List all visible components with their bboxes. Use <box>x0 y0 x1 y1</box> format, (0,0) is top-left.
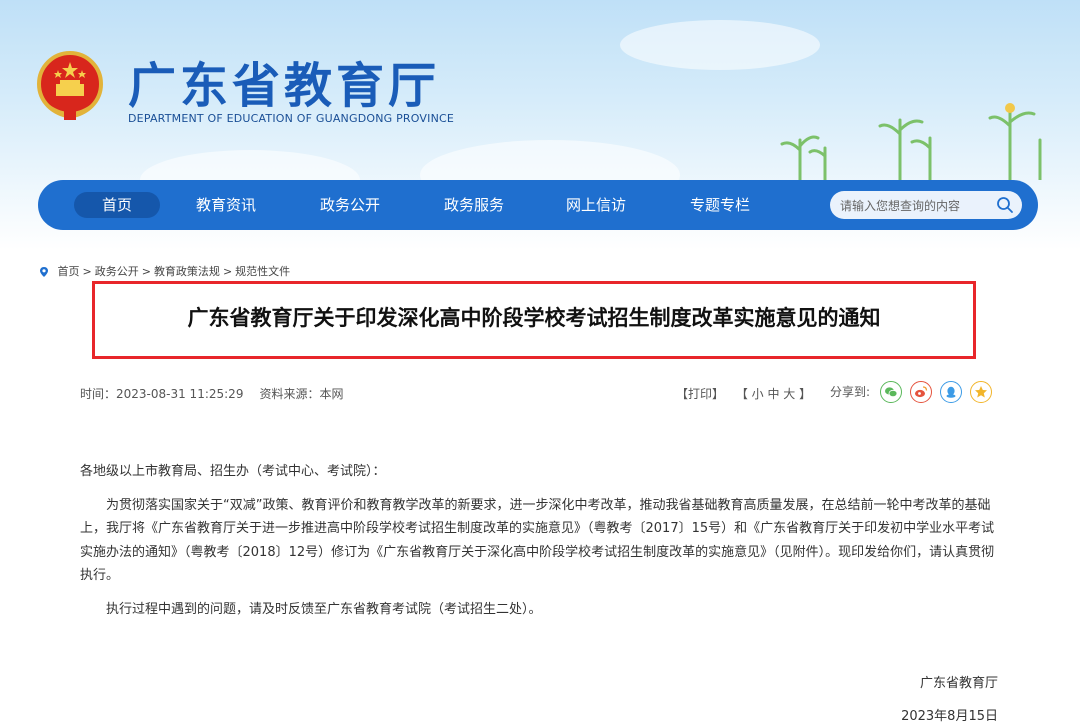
weibo-icon <box>915 386 928 398</box>
location-pin-icon <box>40 267 48 277</box>
search-icon[interactable] <box>996 196 1014 214</box>
main-navbar: 首页 教育资讯 政务公开 政务服务 网上信访 专题专栏 <box>38 180 1038 230</box>
nav-item-government-services[interactable]: 政务服务 <box>432 192 516 218</box>
national-emblem-icon <box>37 51 103 120</box>
nav-item-home[interactable]: 首页 <box>74 192 160 218</box>
breadcrumb-separator: > <box>82 265 92 278</box>
share-label: 分享到: <box>830 385 871 399</box>
qzone-share-button[interactable] <box>970 381 992 403</box>
signature: 广东省教育厅 <box>919 676 998 691</box>
article-meta: 时间：2023-08-31 11:25:29 资料来源：本网 <box>80 385 343 402</box>
qzone-icon <box>975 386 987 398</box>
publish-time: 时间：2023-08-31 11:25:29 <box>80 387 244 401</box>
site-header: 广东省教育厅 DEPARTMENT OF EDUCATION OF GUANGD… <box>0 0 1080 250</box>
breadcrumb-item-education-policy[interactable]: 教育政策法规 <box>154 265 220 278</box>
nav-item-online-petition[interactable]: 网上信访 <box>554 192 638 218</box>
breadcrumb-item-normative-documents[interactable]: 规范性文件 <box>235 265 290 278</box>
article-source: 资料来源：本网 <box>259 387 344 401</box>
plants-decoration-icon <box>780 103 1042 180</box>
signature-date: 2023年8月15日 <box>901 709 998 724</box>
title-highlight-box: 广东省教育厅关于印发深化高中阶段学校考试招生制度改革实施意见的通知 <box>92 281 976 359</box>
site-subtitle: DEPARTMENT OF EDUCATION OF GUANGDONG PRO… <box>128 112 455 125</box>
body-paragraph: 为贯彻落实国家关于“双减”政策、教育评价和教育教学改革的新要求，进一步深化中考改… <box>80 497 995 584</box>
salutation-paragraph: 各地级以上市教育局、招生办（考试中心、考试院）： <box>80 464 386 479</box>
body-paragraph: 执行过程中遇到的问题，请及时反馈至广东省教育考试院（考试招生二处）。 <box>106 601 542 617</box>
weibo-share-button[interactable] <box>910 381 932 403</box>
wechat-share-button[interactable] <box>880 381 902 403</box>
nav-item-education-news[interactable]: 教育资讯 <box>184 192 268 218</box>
search-box <box>830 191 1022 221</box>
breadcrumb-item-home[interactable]: 首页 <box>58 265 80 278</box>
font-size-switcher[interactable]: 【 小 中 大 】 <box>736 387 811 401</box>
breadcrumb: 首页 > 政务公开 > 教育政策法规 > 规范性文件 <box>38 263 290 279</box>
print-button[interactable]: 【打印】 <box>676 387 724 401</box>
breadcrumb-item-government-disclosure[interactable]: 政务公开 <box>95 265 139 278</box>
breadcrumb-separator: > <box>141 265 151 278</box>
nav-item-government-disclosure[interactable]: 政务公开 <box>308 192 392 218</box>
site-title[interactable]: 广东省教育厅 <box>128 46 440 116</box>
cloud-decoration <box>620 20 820 70</box>
breadcrumb-separator: > <box>222 265 233 278</box>
wechat-icon <box>885 387 898 398</box>
search-input[interactable] <box>838 191 992 221</box>
nav-item-special-topics[interactable]: 专题专栏 <box>678 192 762 218</box>
article-tools: 【打印】 【 小 中 大 】 <box>676 385 811 402</box>
article-body: 各地级以上市教育局、招生办（考试中心、考试院）： 为贯彻落实国家关于“双减”政策… <box>80 460 998 631</box>
qq-icon <box>946 386 956 398</box>
qq-share-button[interactable] <box>940 381 962 403</box>
article-title: 广东省教育厅关于印发深化高中阶段学校考试招生制度改革实施意见的通知 <box>187 306 881 330</box>
